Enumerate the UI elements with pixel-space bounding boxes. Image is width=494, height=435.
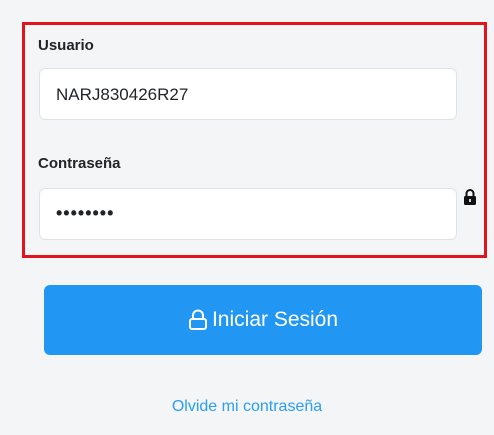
password-value: •••••••• [56,203,115,223]
username-label: Usuario [38,37,94,54]
lock-icon [464,189,476,205]
password-label: Contraseña [38,155,121,172]
password-input[interactable]: •••••••• [39,188,457,240]
login-button[interactable]: Iniciar Sesión [44,285,482,355]
username-value: NARJ830426R27 [56,85,189,104]
login-button-label: Iniciar Sesión [211,308,339,331]
lock-outline-icon [188,309,207,330]
username-input[interactable]: NARJ830426R27 [39,68,457,120]
forgot-password-link[interactable]: Olvide mi contraseña [0,398,494,416]
